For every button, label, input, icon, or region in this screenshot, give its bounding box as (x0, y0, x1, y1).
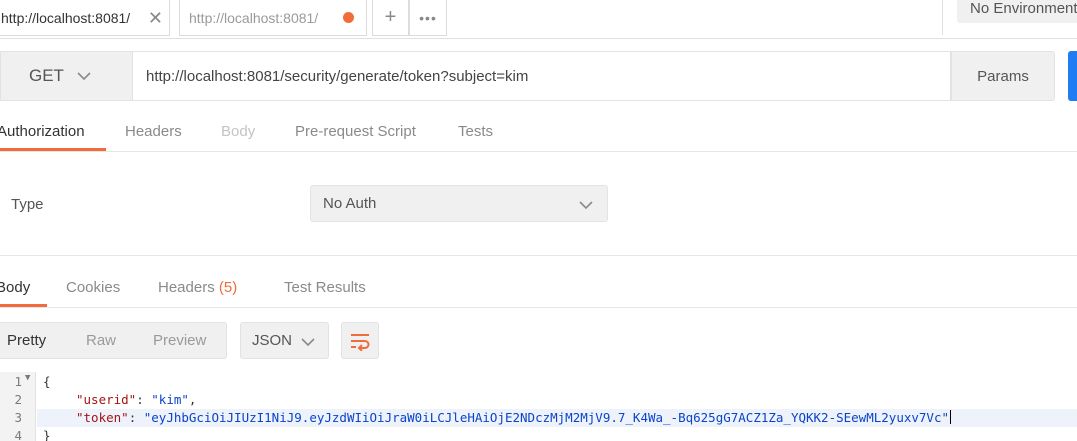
tab-body[interactable]: Body (221, 123, 255, 140)
send-button[interactable] (1068, 51, 1077, 101)
request-tab[interactable]: http://localhost:8081/ (179, 0, 367, 36)
method-label: GET (29, 66, 64, 85)
code-line: { (43, 374, 51, 389)
line-number: 2 (14, 392, 22, 407)
plus-icon: + (384, 6, 397, 28)
tab-authorization[interactable]: Authorization (0, 123, 85, 140)
auth-type-select[interactable]: No Auth (310, 185, 608, 222)
chevron-down-icon (77, 72, 91, 81)
language-select[interactable]: JSON (240, 322, 329, 359)
more-icon: ••• (419, 9, 437, 26)
params-button[interactable]: Params (951, 51, 1055, 101)
json-key: "token" (76, 410, 129, 425)
code-line: } (43, 428, 51, 441)
method-select[interactable]: GET (0, 51, 133, 101)
tab-response-headers[interactable]: Headers (5) (158, 279, 237, 296)
pretty-button[interactable]: Pretty (7, 332, 46, 349)
json-string: "kim" (151, 392, 189, 407)
json-string: "eyJhbGciOiJIUzI1NiJ9.eyJzdWIiOiJraW0iLC… (143, 410, 949, 425)
tab-test-results[interactable]: Test Results (284, 279, 366, 296)
wrap-lines-button[interactable] (341, 322, 379, 359)
tab-headers[interactable]: Headers (125, 123, 182, 140)
line-number-gutter: 1 ▼ 2 3 4 (0, 372, 36, 441)
close-icon[interactable]: ✕ (148, 9, 163, 27)
json-key: "userid" (76, 392, 137, 407)
tab-label: http://localhost:8081/ (1, 9, 131, 26)
text-cursor (950, 410, 951, 424)
response-tabs: Body Cookies Headers (5) Test Results (0, 270, 1077, 308)
tab-label: http://localhost:8081/ (189, 9, 319, 26)
code-line: "userid": "kim", (76, 392, 197, 407)
chevron-down-icon (301, 338, 315, 347)
tab-bar: http://localhost:8081/ ✕ http://localhos… (0, 0, 1077, 39)
active-tab-indicator (0, 304, 47, 307)
raw-button[interactable]: Raw (86, 332, 116, 349)
response-body-editor[interactable]: 1 ▼ 2 3 4 { "userid": "kim", "token": "e… (0, 372, 1077, 441)
auth-type-label: Type (11, 196, 44, 213)
language-label: JSON (252, 332, 293, 349)
chevron-down-icon (579, 201, 593, 210)
fold-arrow-icon[interactable]: ▼ (25, 373, 30, 383)
unsaved-dot-icon (343, 12, 354, 23)
tab-response-body[interactable]: Body (0, 279, 30, 296)
wrap-lines-icon (351, 333, 370, 351)
request-tab-active[interactable]: http://localhost:8081/ ✕ (0, 0, 170, 36)
auth-type-value: No Auth (323, 195, 377, 212)
new-tab-button[interactable]: + (372, 0, 409, 36)
line-number: 3 (14, 410, 22, 425)
tab-tests[interactable]: Tests (458, 123, 493, 140)
active-tab-indicator (0, 148, 106, 151)
headers-count-badge: (5) (218, 279, 238, 296)
tab-prerequest-script[interactable]: Pre-request Script (295, 123, 416, 140)
line-number: 1 (14, 374, 22, 389)
tab-label: Headers (158, 279, 215, 296)
view-mode-toggle: Pretty Raw Preview (0, 322, 227, 359)
request-tabs: Authorization Headers Body Pre-request S… (0, 114, 1077, 152)
more-tabs-button[interactable]: ••• (409, 0, 447, 36)
divider (0, 255, 1077, 256)
preview-button[interactable]: Preview (153, 332, 206, 349)
tab-cookies[interactable]: Cookies (66, 279, 120, 296)
code-line: "token": "eyJhbGciOiJIUzI1NiJ9.eyJzdWIiO… (76, 410, 951, 425)
line-number: 4 (14, 428, 22, 441)
divider (942, 0, 943, 35)
environment-select[interactable]: No Environment (957, 0, 1077, 23)
url-input[interactable]: http://localhost:8081/security/generate/… (133, 51, 951, 101)
